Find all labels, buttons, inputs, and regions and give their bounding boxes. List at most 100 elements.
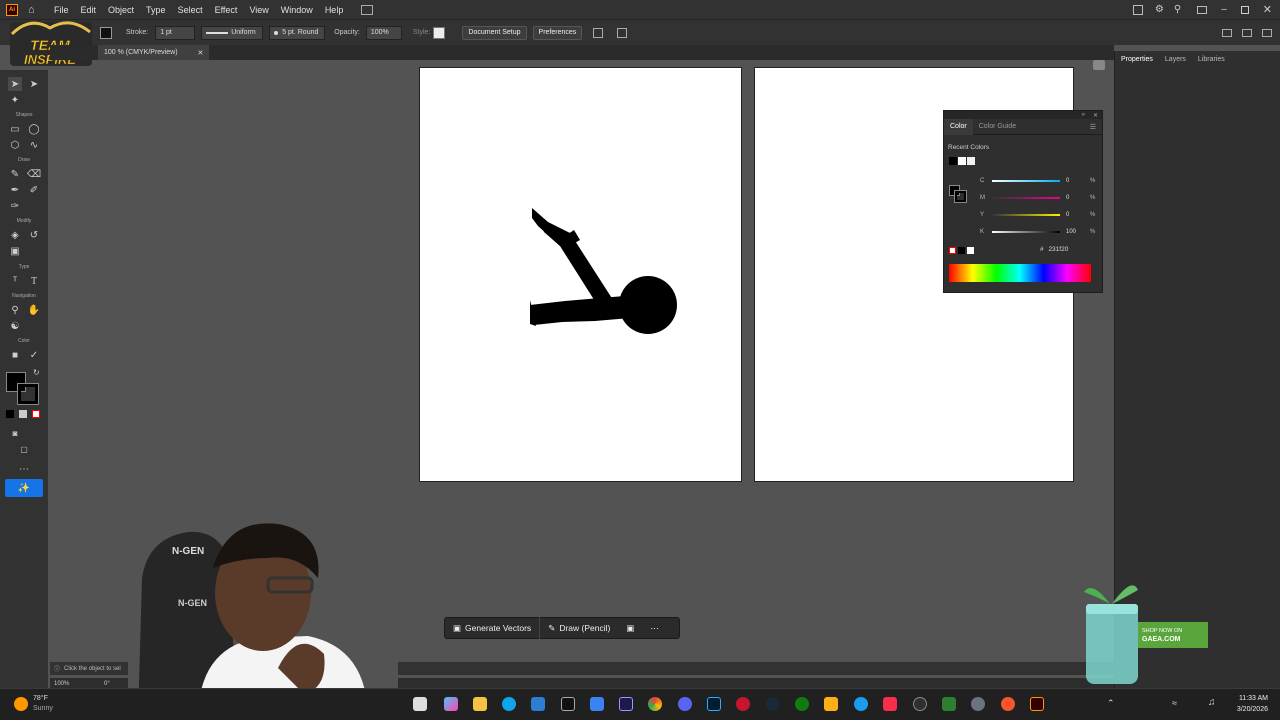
align-icon[interactable] <box>593 27 604 38</box>
store-icon[interactable] <box>531 697 545 711</box>
brave-icon[interactable] <box>1001 697 1015 711</box>
menu-object[interactable]: Object <box>102 5 140 15</box>
stroke-color-swatch[interactable] <box>17 383 39 405</box>
stroke-profile-select[interactable]: Uniform <box>201 25 264 40</box>
shape-builder-tool-icon[interactable]: ◈ <box>8 228 22 242</box>
blob-brush-tool-icon[interactable]: ✐ <box>27 183 41 197</box>
copilot-icon[interactable] <box>444 697 458 711</box>
scale-tool-icon[interactable]: ▣ <box>8 244 22 258</box>
recent-swatch-white-2[interactable] <box>967 157 975 165</box>
panel-menu-icon[interactable]: ☰ <box>1090 123 1096 131</box>
eraser-tool-icon[interactable]: ⌫ <box>27 167 41 181</box>
recent-swatch-white-1[interactable] <box>958 157 966 165</box>
none-swatch-icon[interactable] <box>949 247 956 254</box>
arrange-documents-icon[interactable] <box>361 4 374 15</box>
file-explorer-icon[interactable] <box>473 697 487 711</box>
screen-mode-icon[interactable]: ▢ <box>17 442 31 456</box>
draw-mode-icon[interactable]: ◙ <box>8 426 22 440</box>
xbox-icon[interactable] <box>795 697 809 711</box>
slider-yellow-value[interactable]: 0 <box>1066 212 1069 218</box>
tab-layers[interactable]: Layers <box>1159 56 1192 63</box>
task-view-icon[interactable] <box>413 697 427 711</box>
hand-tool-icon[interactable]: ✋ <box>27 303 41 317</box>
slider-cyan-track[interactable] <box>992 180 1060 182</box>
close-panel-icon[interactable]: ✕ <box>1093 112 1098 119</box>
type-tool-icon[interactable]: T <box>27 274 41 288</box>
illustrator-icon[interactable] <box>1030 697 1044 711</box>
white-color-swatch[interactable] <box>19 410 27 418</box>
color-spectrum[interactable] <box>949 264 1091 282</box>
preferences-button[interactable]: Preferences <box>532 25 583 40</box>
generate-vectors-button[interactable]: ▣ Generate Vectors <box>445 617 541 639</box>
recent-swatch-black[interactable] <box>949 157 957 165</box>
rotate-tool-icon[interactable]: ↺ <box>27 228 41 242</box>
share-icon[interactable] <box>1132 4 1143 15</box>
tab-color[interactable]: Color <box>944 118 973 135</box>
generative-tool-button[interactable]: ✨ <box>5 479 43 497</box>
menu-window[interactable]: Window <box>275 5 319 15</box>
menu-help[interactable]: Help <box>319 5 350 15</box>
menu-file[interactable]: File <box>48 5 75 15</box>
polygon-tool-icon[interactable]: ⬡ <box>8 138 22 152</box>
weather-icon[interactable] <box>14 697 28 711</box>
none-color-swatch[interactable] <box>6 410 14 418</box>
pen-tool-icon[interactable]: ✑ <box>8 199 22 213</box>
fill-swatch-icon[interactable] <box>100 26 112 39</box>
image-options-icon[interactable]: ▣ <box>618 617 642 639</box>
distribute-icon[interactable] <box>1222 28 1232 37</box>
opacity-field[interactable]: 100% <box>365 25 402 40</box>
minimize-icon[interactable]: – <box>1221 4 1227 15</box>
premiere-icon[interactable] <box>619 697 633 711</box>
remote-app-icon[interactable] <box>590 697 604 711</box>
tab-properties[interactable]: Properties <box>1115 56 1159 63</box>
arrange-icon[interactable] <box>1242 28 1252 37</box>
music-icon[interactable] <box>883 697 897 711</box>
clock-date[interactable]: 3/20/2026 <box>1226 706 1268 713</box>
steam-icon[interactable] <box>766 697 780 711</box>
ellipse-tool-icon[interactable]: ◯ <box>27 122 41 136</box>
eyedropper-tool-icon[interactable]: ✓ <box>27 348 41 362</box>
discord-icon[interactable] <box>678 697 692 711</box>
menu-select[interactable]: Select <box>172 5 209 15</box>
app-icon[interactable] <box>971 697 985 711</box>
tray-chevron-icon[interactable]: ⌃ <box>1107 698 1115 709</box>
direct-selection-tool-icon[interactable]: ➤ <box>27 77 41 91</box>
magic-wand-tool-icon[interactable]: ✦ <box>8 93 22 107</box>
rockstar-icon[interactable] <box>824 697 838 711</box>
close-tab-icon[interactable]: ✕ <box>198 49 204 57</box>
stroke-weight-field[interactable]: 1 pt <box>155 25 196 40</box>
slider-magenta-value[interactable]: 0 <box>1066 195 1069 201</box>
zoom-field[interactable]: 100% <box>54 681 90 687</box>
brush-select[interactable]: 5 pt. Round <box>269 25 326 40</box>
menu-type[interactable]: Type <box>140 5 172 15</box>
swap-colors-icon[interactable]: ↻ <box>33 368 40 377</box>
workspace-icon[interactable] <box>1197 5 1208 14</box>
menu-view[interactable]: View <box>243 5 274 15</box>
gradient-tool-icon[interactable]: ■ <box>8 348 22 362</box>
overflow-icon[interactable] <box>1262 28 1272 37</box>
chrome-icon[interactable] <box>648 697 662 711</box>
no-fill-swatch[interactable] <box>32 410 40 418</box>
slider-yellow-track[interactable] <box>992 214 1060 216</box>
clock-time[interactable]: 11:33 AM <box>1226 695 1268 702</box>
collapse-panel-icon[interactable]: » <box>1082 112 1085 118</box>
media-app-icon[interactable] <box>854 697 868 711</box>
more-options-icon[interactable]: ⋯ <box>642 617 667 639</box>
hex-field[interactable]: # 231f20 <box>1040 246 1068 253</box>
slider-yellow[interactable]: Y 0 % <box>948 209 1098 221</box>
slider-magenta[interactable]: M 0 % <box>948 192 1098 204</box>
lightroom-icon[interactable] <box>707 697 721 711</box>
tab-color-guide[interactable]: Color Guide <box>973 123 1022 130</box>
document-tab[interactable]: 100 % (CMYK/Preview) ✕ <box>98 45 210 60</box>
pencil-tool-icon[interactable]: ✎ <box>8 167 22 181</box>
draw-pencil-button[interactable]: ✎ Draw (Pencil) <box>540 617 618 639</box>
slider-black-track[interactable] <box>992 231 1060 233</box>
hex-value[interactable]: 231f20 <box>1048 246 1068 253</box>
terminal-icon[interactable] <box>942 697 956 711</box>
rectangle-tool-icon[interactable]: ▭ <box>8 122 22 136</box>
tab-libraries[interactable]: Libraries <box>1192 56 1231 63</box>
selection-tool-icon[interactable]: ➤ <box>8 77 22 91</box>
close-window-icon[interactable]: ✕ <box>1263 3 1272 16</box>
obs-icon[interactable] <box>913 697 927 711</box>
transform-icon[interactable] <box>617 27 628 38</box>
